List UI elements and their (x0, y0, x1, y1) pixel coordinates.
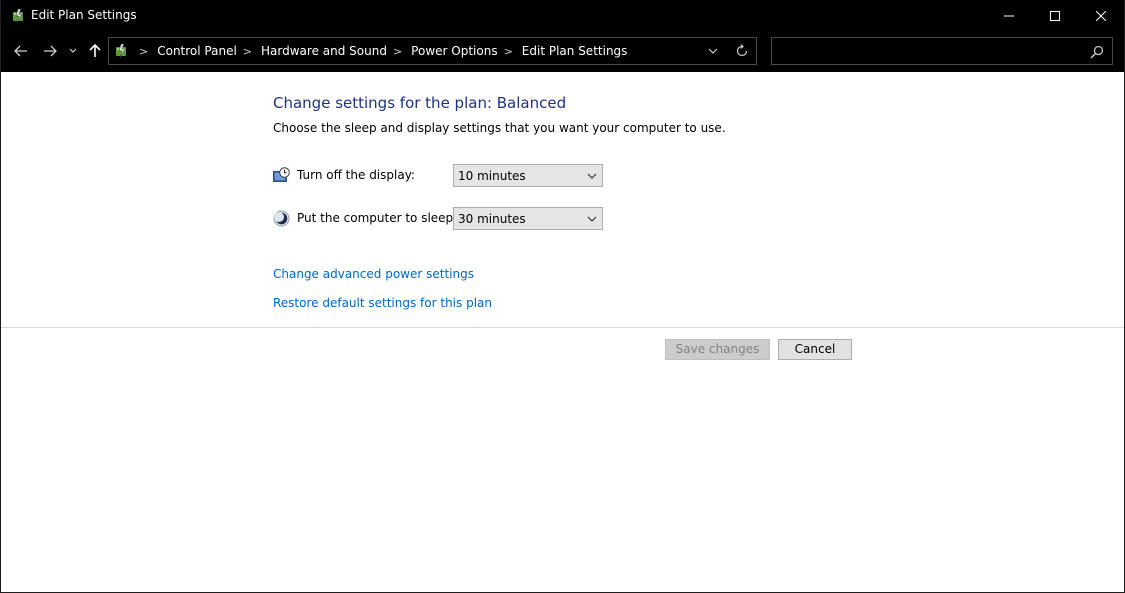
breadcrumb-separator[interactable]: > (504, 45, 513, 58)
title-bar: Edit Plan Settings (1, 0, 1124, 32)
sleep-timeout-label: Put the computer to sleep: (297, 211, 458, 225)
main-content: Change settings for the plan: Balanced C… (1, 72, 1124, 592)
refresh-icon (736, 44, 748, 57)
display-timer-icon (273, 167, 290, 184)
sleep-moon-icon (273, 210, 290, 227)
display-timeout-label: Turn off the display: (297, 168, 415, 182)
breadcrumb-control-panel[interactable]: Control Panel (157, 44, 237, 58)
divider (1, 327, 1124, 328)
chevron-down-icon (587, 216, 597, 222)
address-dropdown-button[interactable] (706, 44, 720, 58)
breadcrumb-hardware-and-sound[interactable]: Hardware and Sound (261, 44, 387, 58)
minimize-button[interactable] (986, 0, 1032, 32)
page-title: Change settings for the plan: Balanced (273, 94, 567, 112)
close-icon (1096, 11, 1106, 21)
maximize-button[interactable] (1032, 0, 1078, 32)
power-options-icon (10, 8, 26, 24)
recent-locations-button[interactable] (65, 40, 81, 62)
window-title: Edit Plan Settings (31, 8, 137, 22)
save-changes-button[interactable]: Save changes (665, 339, 770, 360)
restore-defaults-link[interactable]: Restore default settings for this plan (273, 296, 492, 310)
cancel-button[interactable]: Cancel (778, 339, 852, 360)
up-button[interactable] (85, 40, 105, 62)
navigation-bar: > Control Panel > Hardware and Sound > P… (1, 32, 1124, 72)
edit-plan-settings-window: Edit Plan Settings > Control Panel > Har… (0, 0, 1125, 593)
close-button[interactable] (1078, 0, 1124, 32)
breadcrumb-power-options[interactable]: Power Options (411, 44, 497, 58)
control-panel-icon (113, 43, 129, 59)
forward-arrow-icon (44, 45, 57, 57)
search-input[interactable] (778, 41, 1078, 61)
sleep-timeout-value: 30 minutes (458, 212, 526, 226)
display-timeout-select[interactable]: 10 minutes (453, 164, 603, 187)
recent-locations-chevron-icon (69, 48, 77, 53)
chevron-down-icon (587, 173, 597, 179)
breadcrumb: > Control Panel > Hardware and Sound > P… (133, 38, 627, 64)
maximize-icon (1050, 11, 1060, 21)
page-description: Choose the sleep and display settings th… (273, 121, 726, 135)
advanced-power-settings-link[interactable]: Change advanced power settings (273, 267, 474, 281)
address-bar[interactable]: > Control Panel > Hardware and Sound > P… (108, 37, 757, 65)
back-arrow-icon (14, 45, 27, 57)
breadcrumb-separator[interactable]: > (243, 45, 252, 58)
search-box[interactable] (771, 37, 1113, 65)
sleep-timeout-row: Put the computer to sleep: 30 minutes (273, 207, 613, 231)
breadcrumb-edit-plan-settings[interactable]: Edit Plan Settings (522, 44, 628, 58)
up-arrow-icon (89, 44, 101, 57)
back-button[interactable] (10, 40, 32, 62)
display-timeout-value: 10 minutes (458, 169, 526, 183)
breadcrumb-separator[interactable]: > (393, 45, 402, 58)
refresh-button[interactable] (734, 43, 750, 59)
search-icon[interactable] (1090, 44, 1104, 59)
sleep-timeout-select[interactable]: 30 minutes (453, 207, 603, 230)
forward-button[interactable] (39, 40, 61, 62)
minimize-icon (1004, 15, 1014, 17)
chevron-down-icon (708, 48, 718, 54)
breadcrumb-separator[interactable]: > (139, 45, 148, 58)
display-timeout-row: Turn off the display: 10 minutes (273, 164, 613, 188)
